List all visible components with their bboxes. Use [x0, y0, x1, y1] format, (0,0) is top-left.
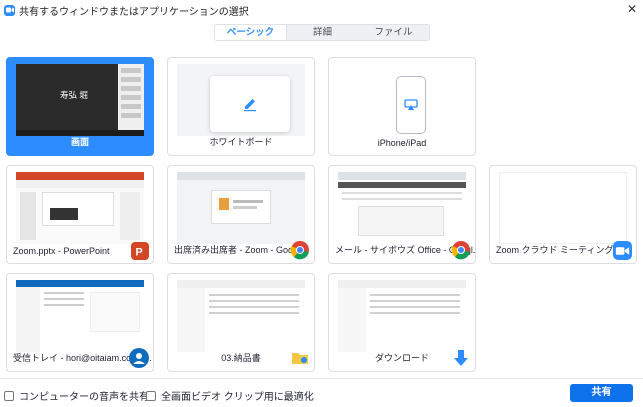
svg-text:P: P	[136, 247, 143, 259]
window-title: 共有するウィンドウまたはアプリケーションの選択	[19, 6, 249, 18]
optimize-video-checkbox[interactable]	[146, 390, 156, 401]
chrome-icon	[290, 240, 310, 260]
close-icon[interactable]: ✕	[627, 3, 637, 15]
participant-name: 寿弘 堀	[60, 90, 88, 100]
title-bar: 共有するウィンドウまたはアプリケーションの選択 ✕	[0, 0, 643, 20]
tile-outlook[interactable]: 受信トレイ - hori@oitaiam.com -...	[6, 273, 154, 372]
tab-bar: ベーシック 詳細 ファイル	[214, 24, 430, 41]
app-thumbnail	[499, 172, 627, 244]
tile-label: 画面	[70, 137, 89, 147]
airplay-icon	[404, 99, 418, 110]
tile-screen[interactable]: 寿弘 堀 画面	[6, 57, 154, 156]
tile-label: iPhone/iPad	[377, 138, 427, 148]
iphone-thumbnail	[338, 64, 466, 136]
tab-advanced[interactable]: 詳細	[287, 25, 358, 40]
app-thumbnail	[338, 280, 466, 352]
share-audio-checkbox[interactable]	[4, 390, 14, 401]
app-thumbnail	[177, 280, 305, 352]
tile-chrome-cybozu[interactable]: メール - サイボウズ Office - Googl...	[328, 165, 476, 264]
pencil-icon	[244, 99, 256, 112]
tile-whiteboard[interactable]: ホワイトボード	[167, 57, 315, 156]
app-thumbnail	[338, 172, 466, 244]
share-audio-option[interactable]: コンピューターの音声を共有	[4, 388, 149, 403]
optimize-video-option[interactable]: 全画面ビデオ クリップ用に最適化	[146, 388, 314, 403]
bottom-bar: コンピューターの音声を共有 全画面ビデオ クリップ用に最適化 共有	[0, 378, 643, 407]
optimize-video-label: 全画面ビデオ クリップ用に最適化	[161, 392, 314, 403]
mail-icon	[129, 348, 149, 368]
tab-basic[interactable]: ベーシック	[215, 25, 287, 40]
app-thumbnail	[16, 280, 144, 352]
powerpoint-icon: P	[131, 242, 149, 260]
tile-powerpoint[interactable]: Zoom.pptx - PowerPoint P	[6, 165, 154, 264]
tile-label: ホワイトボード	[209, 137, 273, 147]
share-button[interactable]: 共有	[570, 384, 633, 402]
tile-iphone-ipad[interactable]: iPhone/iPad	[328, 57, 476, 156]
download-icon	[451, 348, 471, 368]
app-thumbnail	[177, 172, 305, 244]
tab-files[interactable]: ファイル	[358, 25, 429, 40]
app-thumbnail	[16, 172, 144, 244]
screen-thumbnail: 寿弘 堀	[16, 64, 144, 136]
chrome-icon	[451, 240, 471, 260]
tile-zoom-meeting[interactable]: Zoom クラウド ミーティング	[489, 165, 637, 264]
tile-folder-invoice[interactable]: 03.納品書	[167, 273, 315, 372]
whiteboard-thumbnail	[177, 64, 305, 136]
folder-icon	[290, 348, 310, 368]
tile-downloads[interactable]: ダウンロード	[328, 273, 476, 372]
zoom-app-icon	[4, 4, 15, 16]
share-audio-label: コンピューターの音声を共有	[19, 392, 149, 403]
zoom-icon	[613, 241, 632, 260]
tile-chrome-zoom[interactable]: 出席済み出席者 - Zoom - Googl...	[167, 165, 315, 264]
